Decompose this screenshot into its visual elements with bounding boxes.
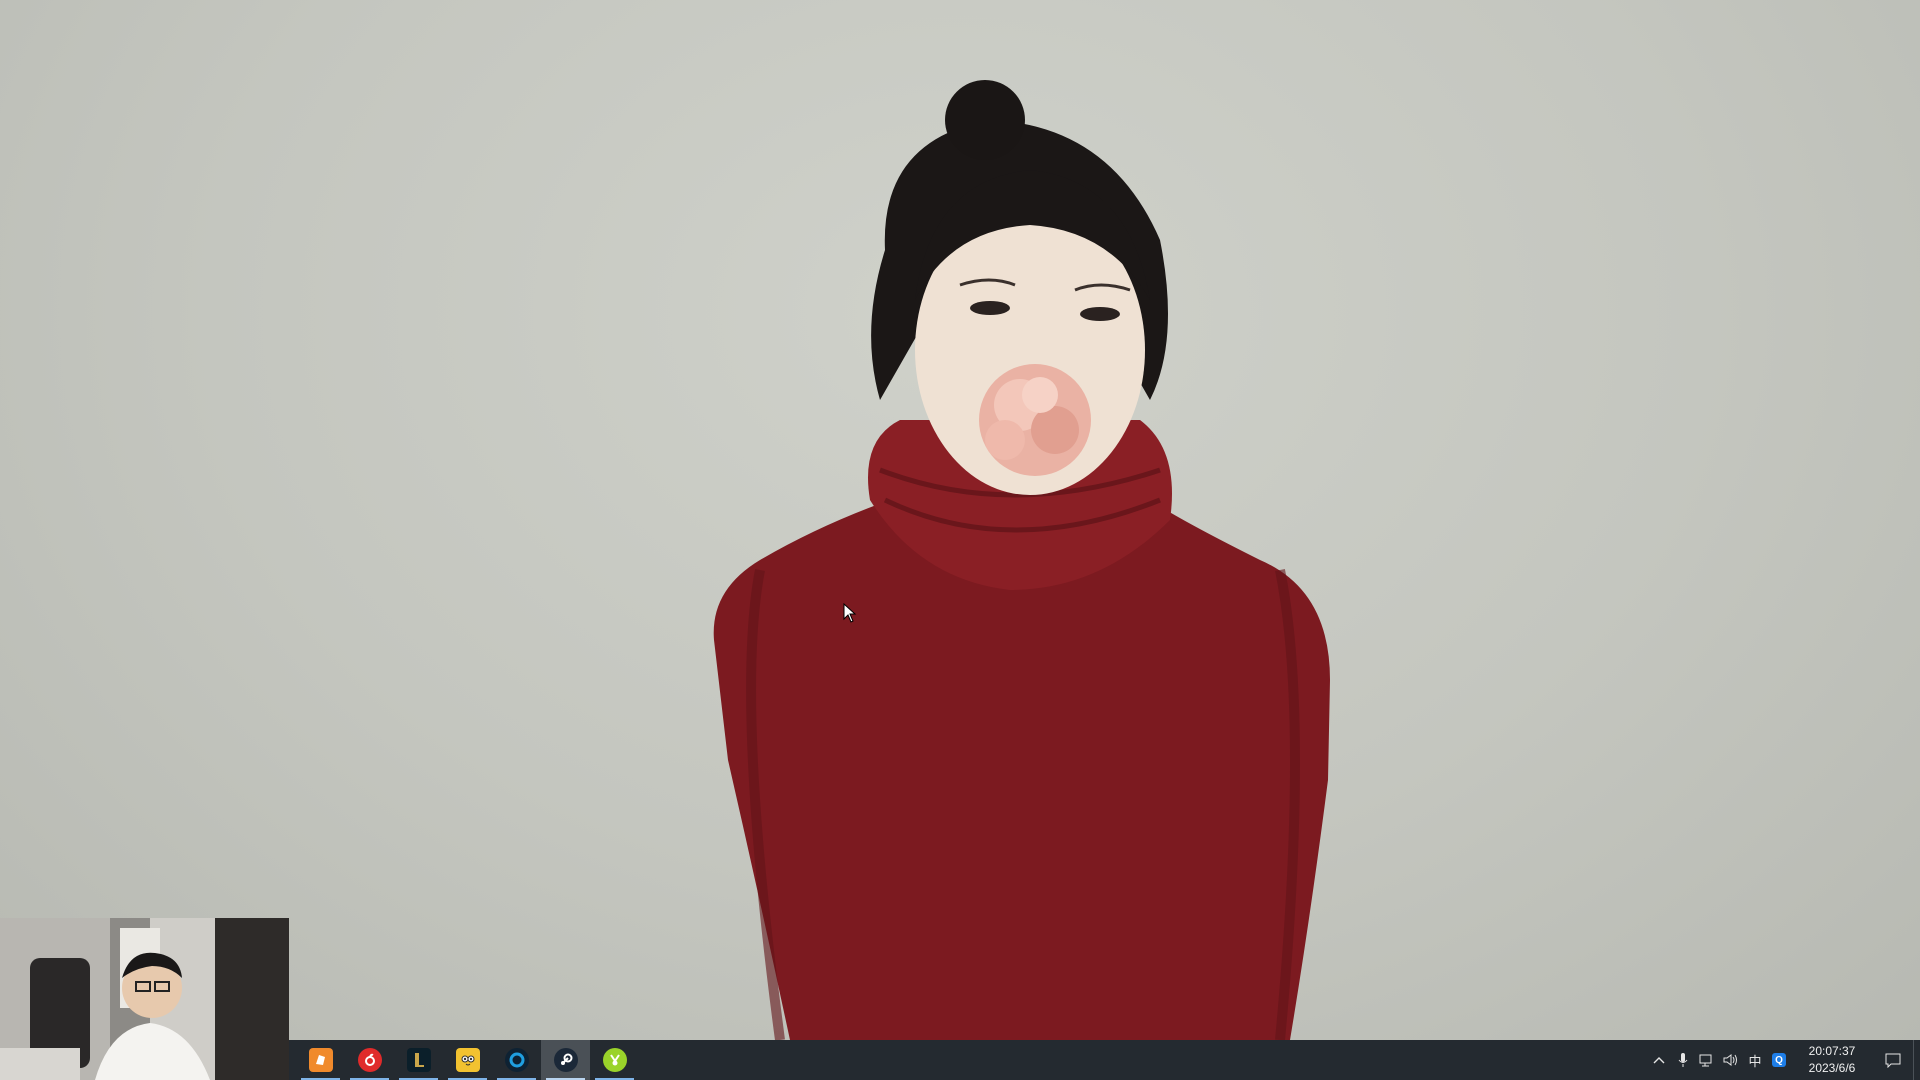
volume-icon[interactable]: [1719, 1040, 1743, 1080]
league-of-legends-icon: [406, 1048, 431, 1072]
taskbar-app-netease-music[interactable]: [345, 1040, 394, 1080]
microphone-icon[interactable]: [1671, 1040, 1695, 1080]
taskbar-app-owl[interactable]: [443, 1040, 492, 1080]
taskbar-app-blue-ring[interactable]: [492, 1040, 541, 1080]
steam-icon: [553, 1048, 578, 1072]
clock-date: 2023/6/6: [1808, 1061, 1856, 1075]
taskbar-apps: [296, 1040, 639, 1080]
mouse-cursor-icon: [843, 602, 857, 628]
owl-app-icon: [455, 1048, 480, 1072]
clock-time: 20:07:37: [1808, 1044, 1856, 1058]
taskbar-app-green-ball[interactable]: [590, 1040, 639, 1080]
taskbar-app-league-of-legends[interactable]: [394, 1040, 443, 1080]
blue-ring-app-icon: [504, 1048, 529, 1072]
input-method-indicator[interactable]: 中: [1743, 1040, 1767, 1080]
green-ball-app-icon: [602, 1048, 627, 1072]
webcam-feed-image: [0, 918, 289, 1080]
webcam-overlay: [0, 918, 289, 1080]
notification-center-icon[interactable]: [1873, 1040, 1913, 1080]
show-desktop-button[interactable]: [1913, 1040, 1920, 1080]
network-icon[interactable]: [1695, 1040, 1719, 1080]
taskbar-app-steam[interactable]: [541, 1040, 590, 1080]
qq-browser-tray-icon[interactable]: Q: [1767, 1040, 1791, 1080]
red-shoe-app-icon: [308, 1048, 333, 1072]
system-tray: 中 Q 20:07:37 2023/6/6: [1647, 1040, 1920, 1080]
netease-music-icon: [357, 1048, 382, 1072]
desktop-wallpaper: [0, 0, 1920, 1040]
taskbar-clock[interactable]: 20:07:37 2023/6/6: [1797, 1040, 1867, 1080]
taskbar-app-red-shoe[interactable]: [296, 1040, 345, 1080]
wallpaper-portrait: [713, 80, 1330, 1040]
show-hidden-icons-chevron-up-icon[interactable]: [1647, 1040, 1671, 1080]
